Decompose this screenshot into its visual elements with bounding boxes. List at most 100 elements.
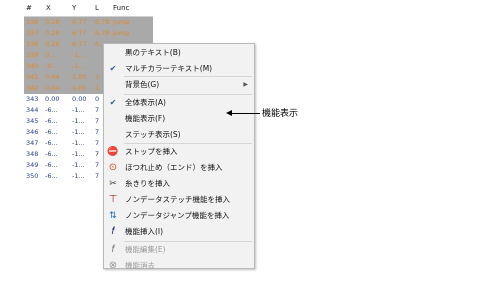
menu-item-label: 機能編集(E) — [125, 245, 166, 254]
table-cell-n: 344 — [26, 106, 39, 114]
function-insert-icon: 𝑓 — [111, 226, 115, 237]
menu-item-label: 黒のテキスト(B) — [125, 48, 181, 57]
table-cell-x: -6... — [45, 161, 58, 169]
table-cell-l: 1 — [95, 73, 100, 81]
table-cell-l: 7 — [95, 128, 100, 136]
table-cell-y: -1... — [72, 51, 85, 59]
table-cell-l: 1 — [95, 84, 100, 92]
table-cell-l: 6. — [95, 40, 102, 48]
menu-item-label: 機能表示(F) — [125, 114, 166, 123]
table-cell-y: 1.00 — [72, 73, 87, 81]
table-cell-y: 6.77 — [72, 40, 87, 48]
submenu-arrow-icon: ▶ — [243, 81, 248, 88]
menu-item-label: ほつれ止め（エンド）を挿入 — [125, 163, 223, 172]
menu-item-9[interactable]: ✂ 糸きりを挿入 — [104, 176, 254, 192]
table-cell-x: 0.04 — [45, 73, 60, 81]
callout-line — [228, 113, 260, 114]
col-header-y[interactable]: Y — [72, 4, 76, 12]
table-cell-y: -1... — [72, 172, 85, 180]
table-cell-x: 0.28 — [45, 18, 60, 26]
table-cell-y: 1.00 — [72, 84, 87, 92]
tie-off-icon: ⊙ — [108, 162, 118, 173]
menu-item-label: 機能挿入(I) — [125, 227, 164, 236]
menu-item-7[interactable]: ⛔ ストップを挿入 — [104, 144, 254, 160]
non-data-jump-icon: ⇅ — [109, 211, 117, 221]
stop-icon: ⛔ — [107, 147, 119, 157]
table-cell-n: 345 — [26, 117, 39, 125]
table-cell-n: 337 — [26, 29, 39, 37]
table-cell-y: -1... — [72, 117, 85, 125]
table-cell-n: 350 — [26, 172, 39, 180]
table-cell-x: -6... — [45, 106, 58, 114]
table-cell-l: 7 — [95, 106, 100, 114]
menu-item-label: ノンデータジャンプ機能を挿入 — [125, 211, 230, 220]
table-cell-y: -1... — [72, 106, 85, 114]
table-cell-l: 7 — [95, 161, 100, 169]
table-cell-y: -1... — [72, 161, 85, 169]
table-cell-x: -6... — [45, 128, 58, 136]
table-cell-x: 0.04 — [45, 84, 60, 92]
col-header-func[interactable]: Func — [113, 4, 129, 12]
table-cell-x: 0.00 — [45, 95, 60, 103]
table-cell-x: -0... — [45, 62, 58, 70]
table-cell-x: 0.28 — [45, 29, 60, 37]
menu-item-12[interactable]: 𝑓 機能挿入(I) — [104, 224, 254, 240]
function-delete-icon: ⊗ — [108, 260, 118, 271]
col-header-x[interactable]: X — [46, 4, 51, 12]
trim-icon: ✂ — [109, 179, 117, 189]
table-cell-n: 349 — [26, 161, 39, 169]
table-cell-y: -1... — [72, 150, 85, 158]
col-header-number[interactable]: # — [26, 4, 32, 12]
check-icon: ✔ — [109, 64, 117, 73]
menu-item-8[interactable]: ⊙ ほつれ止め（エンド）を挿入 — [104, 160, 254, 176]
menu-item-label: 機能消去 — [125, 261, 155, 270]
table-cell-n: 343 — [26, 95, 39, 103]
table-cell-y: -1... — [72, 128, 85, 136]
table-cell-n: 336 — [26, 18, 39, 26]
table-cell-l: 7 — [95, 172, 100, 180]
table-cell-x: -6... — [45, 117, 58, 125]
table-cell-x: 0.28 — [45, 40, 60, 48]
function-edit-icon: 𝑓 — [111, 244, 115, 255]
table-cell-l: 0 — [95, 95, 100, 103]
table-cell-f: jump — [113, 29, 130, 37]
table-cell-l: 7 — [95, 150, 100, 158]
menu-item-11[interactable]: ⇅ ノンデータジャンプ機能を挿入 — [104, 208, 254, 224]
menu-item-10[interactable]: ⊤ ノンデータステッチ機能を挿入 — [104, 192, 254, 208]
menu-item-label: 全体表示(A) — [125, 98, 166, 107]
menu-item-label: 糸きりを挿入 — [125, 179, 170, 188]
table-cell-n: 340 — [26, 62, 39, 70]
table-cell-l: 6.78 — [95, 29, 110, 37]
menu-item-3[interactable]: 背景色(G) ▶ — [104, 77, 254, 93]
menu-item-1[interactable]: 黒のテキスト(B) — [104, 45, 254, 61]
table-cell-x: -6... — [45, 150, 58, 158]
table-cell-x: -6... — [45, 139, 58, 147]
table-cell-l: 7 — [95, 139, 100, 147]
context-menu: 黒のテキスト(B) ✔ マルチカラーテキスト(M) 背景色(G) ▶ ✔ 全体表示(A) 機能… — [103, 43, 255, 271]
table-header: # X Y L Func — [24, 0, 153, 17]
menu-item-14: ⊗ 機能消去 — [104, 258, 254, 274]
check-icon: ✔ — [109, 98, 117, 107]
menu-item-label: ステッチ表示(S) — [125, 130, 181, 139]
table-cell-l: 6.78 — [95, 18, 110, 26]
table-cell-n: 342 — [26, 84, 39, 92]
table-cell-n: 346 — [26, 128, 39, 136]
table-cell-n: 338 — [26, 40, 39, 48]
menu-item-label: 背景色(G) — [125, 80, 160, 89]
table-cell-f: jump — [113, 18, 130, 26]
menu-item-4[interactable]: ✔ 全体表示(A) — [104, 95, 254, 111]
menu-item-label: ストップを挿入 — [125, 147, 178, 156]
table-row[interactable]: 336 0.28 6.77 6.78 jump — [24, 17, 153, 28]
menu-item-2[interactable]: ✔ マルチカラーテキスト(M) — [104, 61, 254, 77]
table-cell-n: 339 — [26, 51, 39, 59]
table-cell-y: 6.77 — [72, 29, 87, 37]
callout-label: 機能表示 — [262, 109, 299, 119]
table-cell-x: 0... — [45, 51, 56, 59]
table-cell-n: 348 — [26, 150, 39, 158]
table-cell-y: 0.00 — [72, 95, 87, 103]
table-row[interactable]: 337 0.28 6.77 6.78 jump — [24, 28, 153, 39]
col-header-l[interactable]: L — [95, 4, 99, 12]
menu-item-13: 𝑓 機能編集(E) — [104, 242, 254, 258]
table-cell-y: -1... — [72, 139, 85, 147]
menu-item-6[interactable]: ステッチ表示(S) — [104, 127, 254, 143]
